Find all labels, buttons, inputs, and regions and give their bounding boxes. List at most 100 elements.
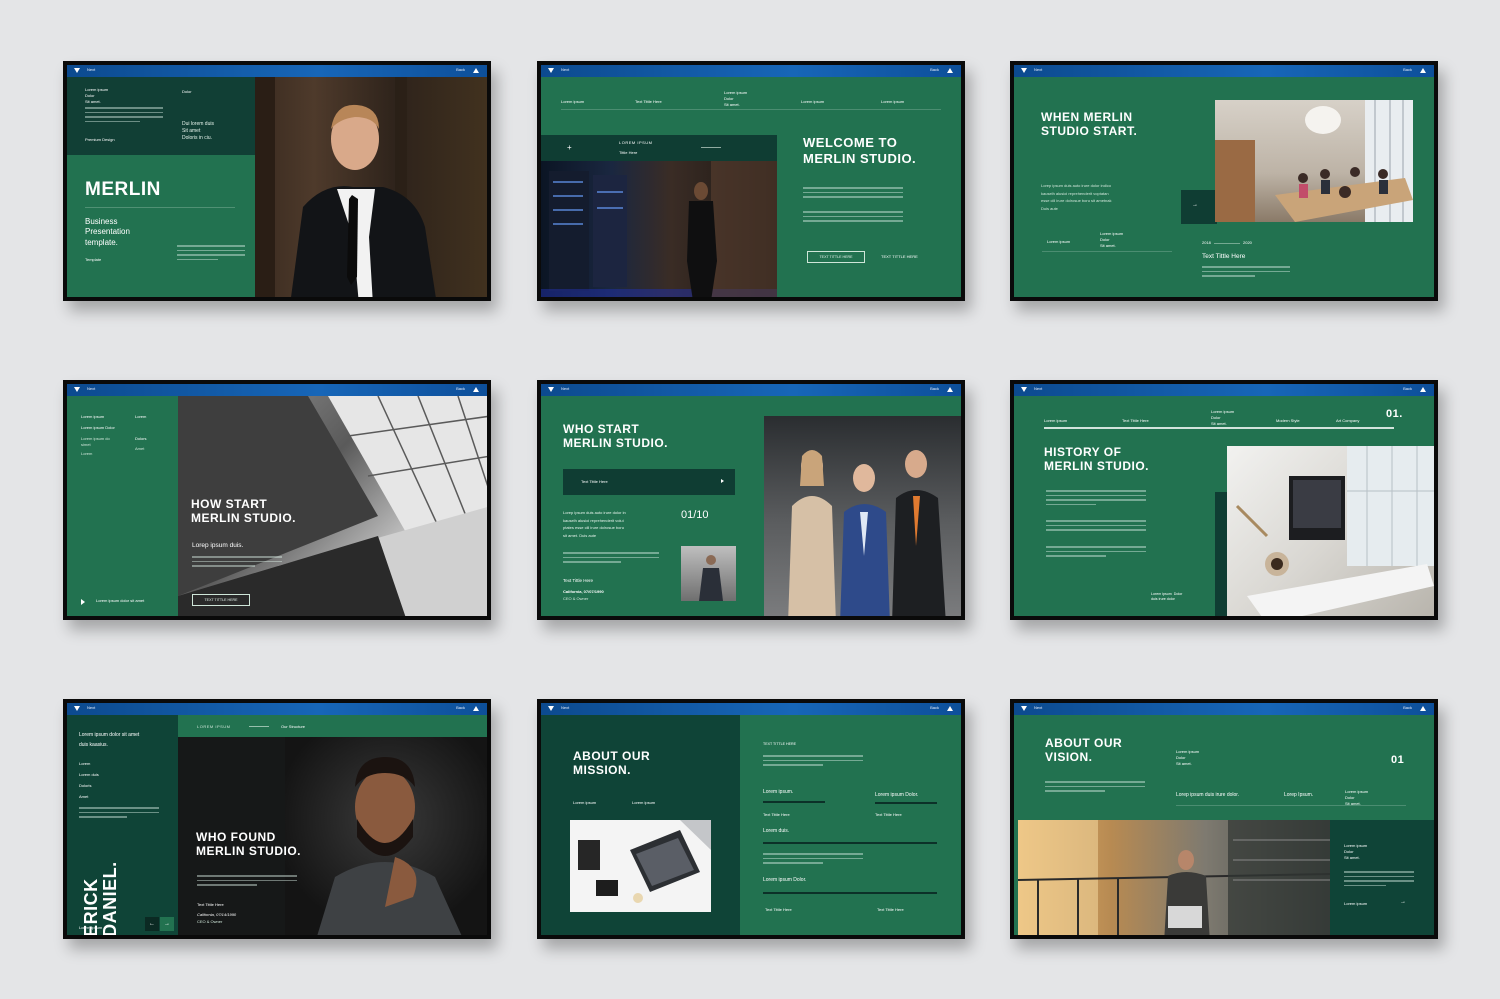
sidebar-item-1[interactable]: Lorem — [79, 761, 90, 767]
nav-next[interactable]: Next — [561, 705, 569, 710]
nav-next[interactable]: Next — [561, 67, 569, 72]
header-item-3: Lorem ipsum Dolor Sit amet. — [724, 90, 748, 107]
lead-text: Lorep ipsum duis. — [192, 542, 244, 549]
caret-down-icon[interactable] — [548, 706, 554, 711]
nav-back[interactable]: Back — [930, 386, 939, 391]
menu-item-4[interactable]: Lorem — [81, 451, 92, 457]
nav-back[interactable]: Back — [1403, 386, 1412, 391]
caret-up-icon[interactable] — [1420, 68, 1426, 73]
caret-down-icon[interactable] — [1021, 387, 1027, 392]
sidebar-item-4[interactable]: Amet — [79, 794, 88, 800]
caret-up-icon[interactable] — [1420, 387, 1426, 392]
nav-back[interactable]: Back — [1403, 705, 1412, 710]
item-3-rule — [763, 842, 937, 844]
sidebar-item-3[interactable]: Doloris — [79, 783, 91, 789]
right-panel-label: Lorem ipsum Dolor Sit amet. — [1344, 843, 1368, 860]
caret-up-icon[interactable] — [473, 68, 479, 73]
man-in-suit-illustration — [255, 77, 436, 297]
slide-thumbnail-7[interactable]: Next Back Lorem ipsum dolor sit amet dui… — [63, 699, 491, 939]
man-laptop-illustration — [1018, 820, 1330, 935]
nav-next[interactable]: Next — [87, 67, 95, 72]
body-lines — [1046, 520, 1146, 534]
header-divider — [1044, 427, 1394, 429]
slide-thumbnail-8[interactable]: Next Back ABOUT OUR MISSION. Lorem ipsum… — [537, 699, 965, 939]
laptop-desk-photo — [570, 820, 711, 912]
portrait-photo — [255, 77, 487, 297]
body-lines — [803, 211, 903, 225]
nav-back[interactable]: Back — [1403, 67, 1412, 72]
caret-up-icon[interactable] — [947, 68, 953, 73]
body-lines — [177, 245, 245, 263]
prev-arrow-button[interactable]: ← — [145, 917, 159, 931]
caret-up-icon[interactable] — [473, 706, 479, 711]
three-people-illustration — [788, 450, 946, 616]
caret-down-icon[interactable] — [548, 387, 554, 392]
caret-up-icon[interactable] — [947, 706, 953, 711]
caption-text: Lorem ipsum Dolor duis irure dolor — [1151, 592, 1183, 602]
nav-next[interactable]: Next — [561, 386, 569, 391]
nav-back[interactable]: Back — [930, 705, 939, 710]
menu-item-1[interactable]: Lorem ipsum — [81, 414, 104, 420]
slide-thumbnail-3[interactable]: Next Back WHEN MERLIN STUDIO START. Lore… — [1010, 61, 1438, 301]
play-icon[interactable] — [721, 479, 724, 483]
arrow-right-icon[interactable]: → — [1192, 202, 1198, 208]
next-arrow-button[interactable]: → — [160, 917, 174, 931]
slide-thumbnail-6[interactable]: Next Back Lorem ipsum Text Tittle Here L… — [1010, 380, 1438, 620]
lead-a: Lorep ipsum duis irure dolor. — [1176, 792, 1240, 798]
slide-thumbnail-4[interactable]: Next Back Lorem ipsum Lorem ipsum Dolor … — [63, 380, 491, 620]
nav-next[interactable]: Next — [1034, 705, 1042, 710]
primary-button[interactable]: TEXT TITTLE HERE — [192, 594, 250, 606]
nav-next[interactable]: Next — [1034, 386, 1042, 391]
slide-thumbnail-1[interactable]: Next Back Lorem ipsum Dolor Sit amet. Do… — [63, 61, 491, 301]
caret-up-icon[interactable] — [947, 387, 953, 392]
slide-number: 01. — [1386, 408, 1403, 420]
footer-text: Lorem ipsum dolor sit amet — [96, 598, 145, 603]
divider — [1176, 805, 1406, 806]
primary-button[interactable]: TEXT TITTLE HERE — [807, 251, 865, 263]
caret-down-icon[interactable] — [548, 68, 554, 73]
workspace-photo — [1227, 446, 1434, 616]
text-title: Text Tittle Here — [1202, 253, 1246, 260]
header-item-5: Art Company — [1336, 418, 1360, 423]
nav-next[interactable]: Next — [1034, 67, 1042, 72]
nav-next[interactable]: Next — [87, 705, 95, 710]
caret-down-icon[interactable] — [74, 706, 80, 711]
body-lines — [1202, 266, 1290, 280]
nav-back[interactable]: Back — [456, 67, 465, 72]
menu-item-2[interactable]: Lorem ipsum Dolor — [81, 425, 115, 431]
nav-back[interactable]: Back — [930, 67, 939, 72]
caret-up-icon[interactable] — [1420, 706, 1426, 711]
right-panel-link[interactable]: Lorem ipsum — [1344, 901, 1367, 907]
label-a: Lorem ipsum — [1047, 239, 1071, 244]
body-lines — [563, 552, 659, 566]
man-small-illustration — [699, 555, 723, 601]
nav-next[interactable]: Next — [87, 386, 95, 391]
slide-thumbnail-9[interactable]: Next Back ABOUT OUR VISION. Lorem ipsum … — [1010, 699, 1438, 939]
caret-down-icon[interactable] — [74, 68, 80, 73]
slide-thumbnail-2[interactable]: Next Back Lorem ipsum Text Tittle Here L… — [537, 61, 965, 301]
role-text: CEO & Owner — [563, 596, 589, 601]
sidebar-item-2[interactable]: Lorem duis — [79, 772, 99, 778]
caret-up-icon[interactable] — [473, 387, 479, 392]
footer-label: Template — [85, 257, 102, 262]
text-title: Text Tittle Here — [197, 902, 224, 907]
body-lines — [1046, 546, 1146, 560]
menu-item-3[interactable]: Lorem ipsum do simet — [81, 436, 110, 448]
play-icon[interactable] — [81, 599, 85, 605]
nav-back[interactable]: Back — [456, 705, 465, 710]
text-link[interactable]: TEXT TITTLE HERE — [881, 254, 918, 260]
slide-title: ABOUT OUR MISSION. — [573, 749, 651, 778]
menu-b-item-2[interactable]: Dolors — [135, 436, 147, 442]
menu-b-item-1[interactable]: Lorem — [135, 414, 146, 420]
caret-down-icon[interactable] — [1021, 68, 1027, 73]
arrow-tile — [1181, 190, 1217, 224]
menu-b-item-3[interactable]: Amet — [135, 446, 144, 452]
top-left-text: Lorem ipsum Dolor Sit amet. — [85, 87, 109, 104]
slide-top-bar: Next Back — [67, 384, 487, 396]
vertical-name: ERICK DANIEL. — [81, 861, 120, 937]
nav-back[interactable]: Back — [456, 386, 465, 391]
caret-down-icon[interactable] — [1021, 706, 1027, 711]
arrow-right-icon[interactable]: → — [1400, 899, 1406, 905]
slide-thumbnail-5[interactable]: Next Back WHO START MERLIN STUDIO. Text … — [537, 380, 965, 620]
caret-down-icon[interactable] — [74, 387, 80, 392]
